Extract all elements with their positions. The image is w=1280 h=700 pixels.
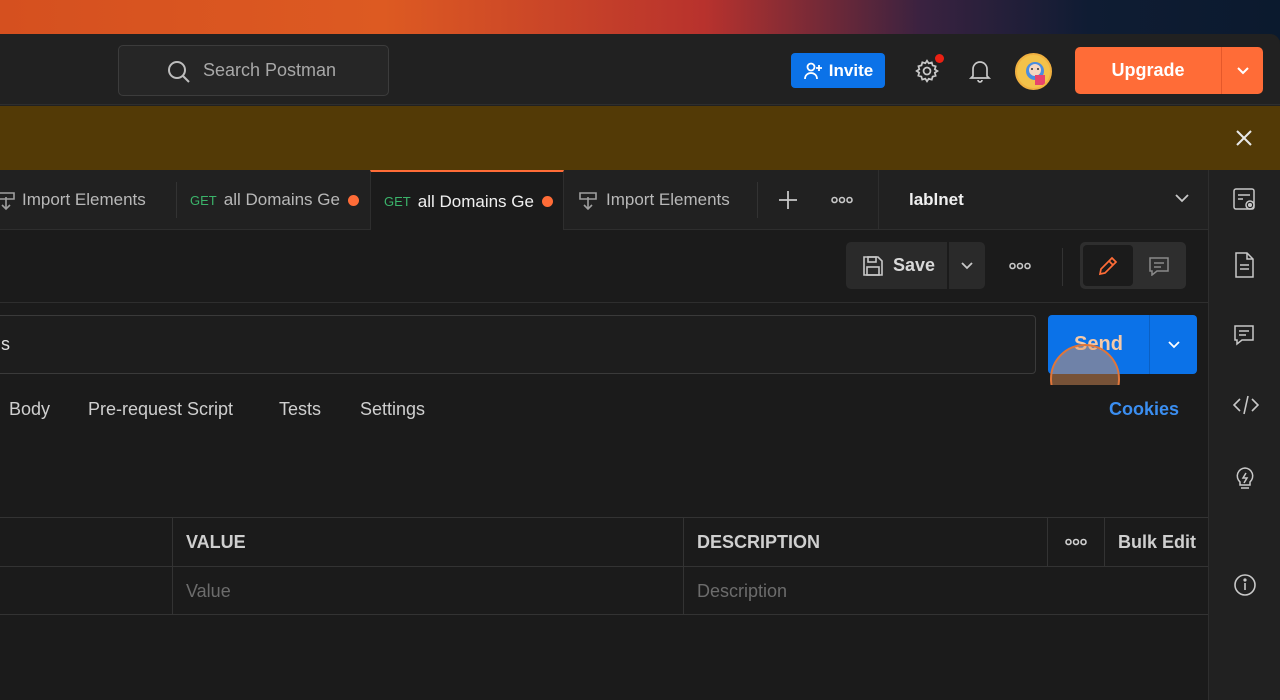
info-button[interactable] (1233, 573, 1257, 602)
code-button[interactable] (1232, 395, 1260, 420)
table-header: VALUE DESCRIPTION Bulk Edit (0, 517, 1208, 566)
tab-all-domains-2[interactable]: GET all Domains Ge (370, 170, 564, 231)
environment-name: lablnet (909, 190, 964, 209)
close-icon (1236, 130, 1252, 146)
value-column-header: VALUE (172, 518, 683, 566)
key-column-header (0, 518, 173, 566)
top-bar: Search Postman Invite Upgrade (0, 34, 1280, 105)
notice-banner (0, 106, 1280, 170)
save-label: Save (893, 255, 936, 275)
unsaved-dot (347, 194, 359, 206)
table-row: Value Description (0, 566, 1208, 615)
tab-divider (757, 182, 758, 218)
lightbulb-icon (1236, 467, 1254, 489)
search-input[interactable]: Search Postman (118, 45, 389, 96)
save-dropdown[interactable] (949, 242, 985, 289)
url-input[interactable]: ns (0, 315, 1036, 374)
upgrade-dropdown[interactable] (1222, 47, 1263, 94)
insights-button[interactable] (1233, 465, 1257, 498)
tab-all-domains-1[interactable]: GET all Domains Ge (190, 170, 370, 230)
tab-label: all Domains Ge (223, 190, 340, 209)
import-icon (579, 192, 597, 211)
bell-icon (968, 61, 992, 83)
edit-mode-button[interactable] (1083, 245, 1133, 286)
tab-label: Import Elements (606, 190, 730, 209)
save-button[interactable]: Save (846, 242, 947, 289)
send-button[interactable]: Send (1048, 315, 1197, 374)
documentation-button[interactable] (1233, 252, 1255, 283)
send-dropdown[interactable] (1150, 315, 1197, 374)
code-icon (1232, 395, 1260, 415)
description-column-header: DESCRIPTION (683, 518, 1048, 566)
save-icon (863, 255, 883, 276)
app-window: Search Postman Invite Upgrade Import Ele… (0, 34, 1280, 700)
value-cell[interactable]: Value (172, 567, 683, 615)
comment-icon (1149, 256, 1169, 276)
more-icon (1065, 538, 1087, 546)
comment-mode-button[interactable] (1134, 245, 1184, 286)
more-icon (831, 196, 853, 204)
right-sidebar (1208, 170, 1280, 700)
invite-button[interactable]: Invite (791, 53, 885, 88)
chevron-down-icon (961, 261, 973, 269)
toolbar-divider (1062, 248, 1063, 286)
plus-icon (779, 191, 797, 209)
invite-label: Invite (828, 60, 874, 80)
tab-label: all Domains Ge (417, 191, 534, 211)
add-user-icon (803, 62, 822, 79)
pencil-icon (1098, 256, 1118, 275)
chevron-down-icon (1175, 194, 1189, 203)
mode-switcher (1080, 242, 1186, 289)
tab-body[interactable]: Body (9, 399, 50, 420)
import-icon (0, 192, 15, 211)
upgrade-label: Upgrade (1075, 47, 1222, 94)
table-more-button[interactable] (1047, 518, 1104, 566)
search-placeholder: Search Postman (203, 60, 337, 80)
method-badge: GET (190, 192, 217, 208)
method-badge: GET (384, 194, 411, 209)
document-icon (1235, 252, 1254, 278)
search-icon (168, 61, 190, 83)
send-label: Send (1048, 315, 1150, 374)
environment-selector[interactable]: lablnet (878, 170, 1208, 230)
avatar[interactable] (1015, 53, 1052, 90)
description-cell[interactable]: Description (683, 567, 1208, 615)
tab-label: Import Elements (22, 190, 146, 209)
tab-tests[interactable]: Tests (279, 399, 321, 420)
comments-button[interactable] (1233, 324, 1255, 351)
environment-quick-look-button[interactable] (1233, 187, 1257, 218)
upgrade-button[interactable]: Upgrade (1075, 47, 1263, 94)
bulk-edit-button[interactable]: Bulk Edit (1104, 518, 1208, 566)
params-table: VALUE DESCRIPTION Bulk Edit Value Descri… (0, 517, 1208, 615)
request-more-button[interactable] (1002, 248, 1038, 284)
more-icon (1009, 262, 1031, 270)
request-toolbar: Save (0, 230, 1208, 303)
new-tab-button[interactable] (776, 188, 800, 212)
chevron-down-icon (1167, 340, 1180, 348)
banner-close-button[interactable] (1234, 128, 1254, 153)
params-panel: VALUE DESCRIPTION Bulk Edit Value Descri… (0, 435, 1208, 700)
notifications-button[interactable] (966, 56, 994, 86)
tab-import-elements-1[interactable]: Import Elements (0, 170, 176, 230)
tab-pre-request-script[interactable]: Pre-request Script (88, 399, 233, 420)
tabs-more-button[interactable] (828, 188, 856, 212)
tab-import-elements-2[interactable]: Import Elements (578, 170, 756, 230)
environment-quick-look-icon (1233, 188, 1255, 210)
notification-dot (935, 54, 944, 63)
key-cell[interactable] (0, 567, 173, 615)
request-sub-tabs: Body Pre-request Script Tests Settings C… (0, 385, 1208, 435)
chevron-down-icon (1236, 66, 1249, 74)
tab-divider (176, 182, 177, 218)
avatar-image (1026, 62, 1045, 85)
tab-settings[interactable]: Settings (360, 399, 425, 420)
comment-icon (1234, 325, 1254, 346)
cookies-link[interactable]: Cookies (1109, 399, 1179, 420)
unsaved-dot (541, 196, 553, 207)
info-icon (1234, 574, 1256, 596)
url-text: ns (0, 334, 11, 354)
url-row: ns Send (0, 303, 1208, 385)
